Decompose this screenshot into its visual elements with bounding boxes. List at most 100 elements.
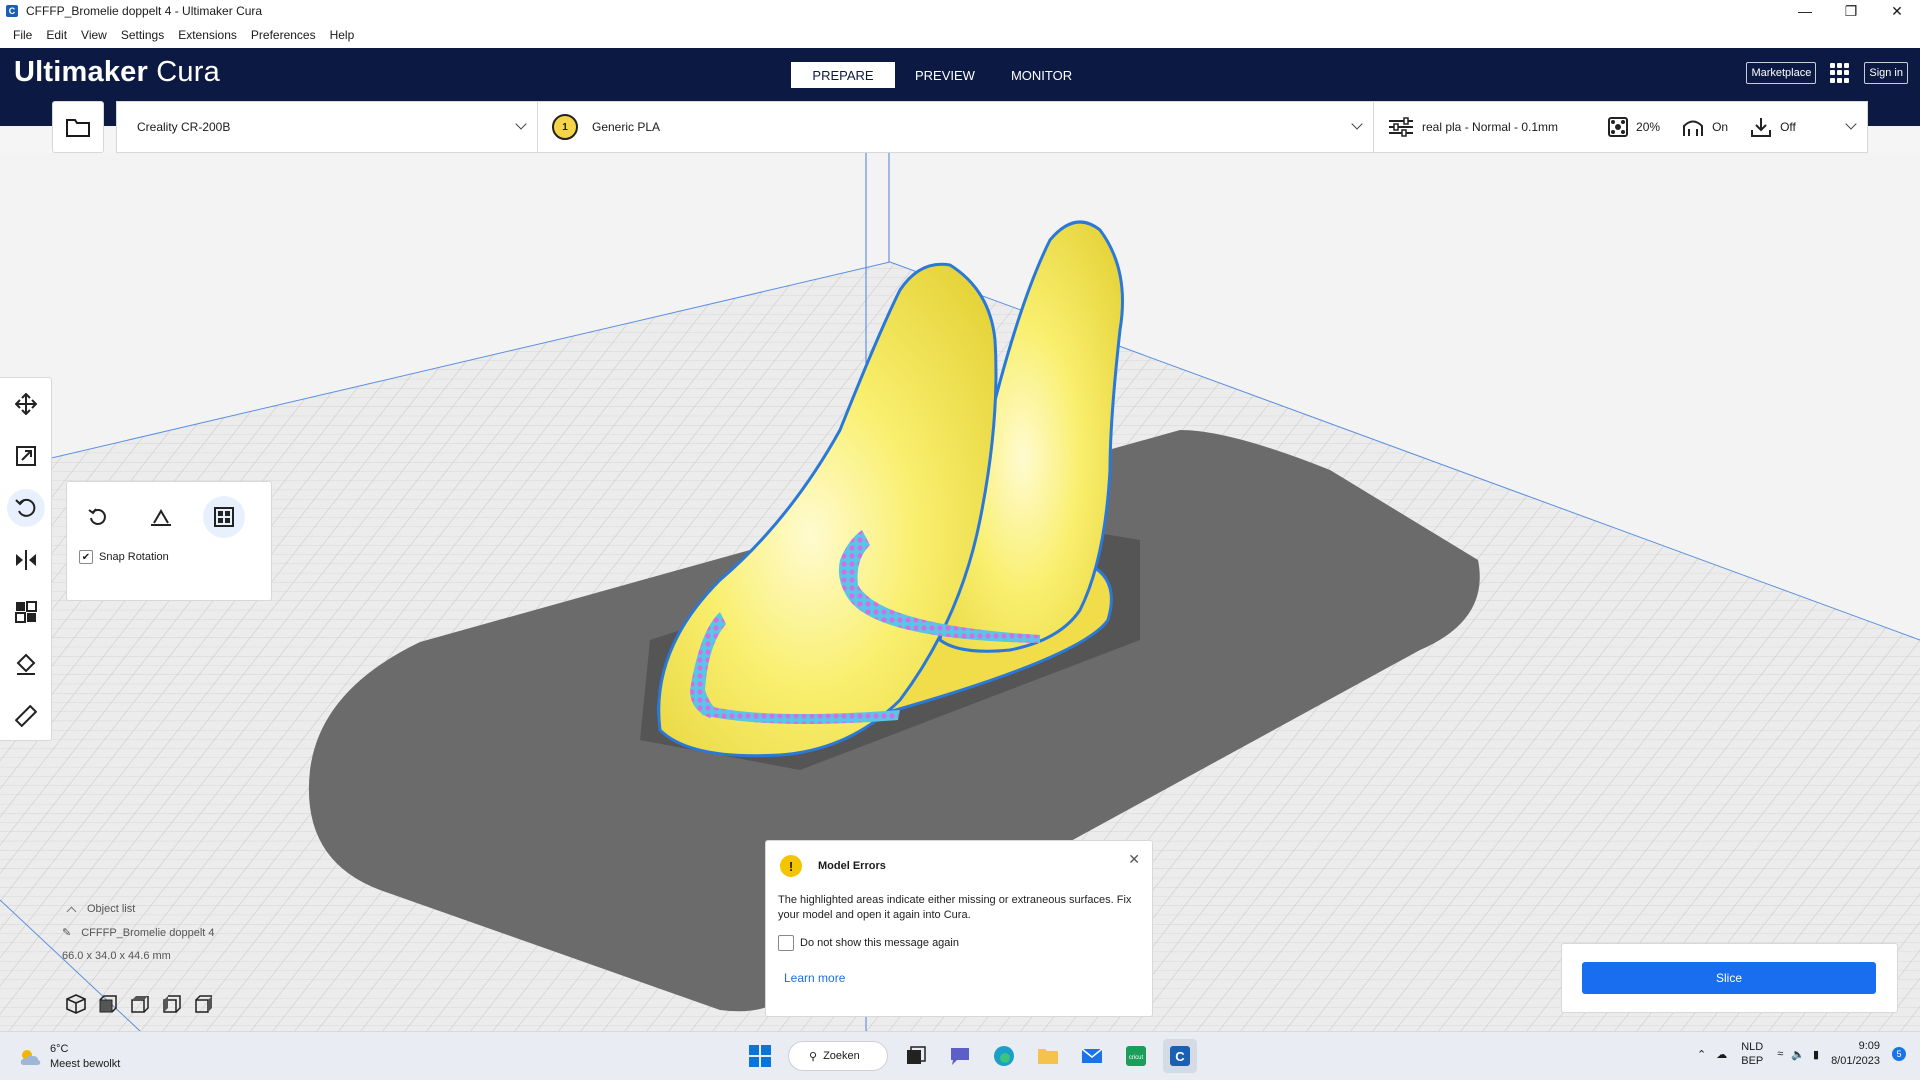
per-model-settings-tool[interactable] xyxy=(0,586,52,638)
battery-icon[interactable]: ▮ xyxy=(1813,1048,1819,1061)
system-tray: ⌃ ☁ NLD BEP ≈ 🔈 ▮ 9:09 8/01/2023 5 xyxy=(1697,1039,1906,1069)
profile-label: real pla - Normal - 0.1mm xyxy=(1422,120,1559,134)
tool-bar xyxy=(0,377,52,741)
snap-rotation-checkbox[interactable]: ✔ xyxy=(79,550,93,564)
tab-prepare[interactable]: PREPARE xyxy=(791,62,895,88)
open-file-button[interactable] xyxy=(52,101,104,153)
chevron-up-icon[interactable]: ⌃ xyxy=(1697,1048,1706,1061)
language-indicator[interactable]: NLD BEP xyxy=(1741,1040,1763,1068)
snap-rotation-label: Snap Rotation xyxy=(99,551,169,563)
view-top-icon[interactable] xyxy=(130,994,150,1014)
adhesion-setting: Off xyxy=(1750,117,1796,137)
ruler-icon xyxy=(15,705,37,727)
rotate-panel: ✔ Snap Rotation xyxy=(66,481,272,601)
menu-extensions[interactable]: Extensions xyxy=(178,28,237,42)
apps-grid-icon[interactable] xyxy=(1830,63,1850,83)
clock-date: 8/01/2023 xyxy=(1831,1055,1880,1067)
view-right-icon[interactable] xyxy=(194,994,214,1014)
object-list-title: Object list xyxy=(87,903,136,915)
mirror-tool[interactable] xyxy=(0,534,52,586)
svg-text:C: C xyxy=(1175,1049,1185,1064)
dont-show-again-checkbox[interactable] xyxy=(778,935,794,951)
object-list-header[interactable]: Object list xyxy=(62,903,215,916)
header-actions: Marketplace Sign in xyxy=(1746,62,1908,84)
window-controls: — ❐ ✕ xyxy=(1782,0,1920,22)
notification-badge[interactable]: 5 xyxy=(1892,1047,1906,1061)
view-left-icon[interactable] xyxy=(162,994,182,1014)
language-code: NLD xyxy=(1741,1041,1764,1053)
profile-setting: real pla - Normal - 0.1mm xyxy=(1388,117,1558,137)
view-front-icon[interactable] xyxy=(98,994,118,1014)
wifi-icon[interactable]: ≈ xyxy=(1777,1048,1783,1060)
cloud-sun-icon xyxy=(20,1050,41,1065)
tab-monitor[interactable]: MONITOR xyxy=(995,62,1088,88)
slice-button[interactable]: Slice xyxy=(1582,962,1876,994)
chat-icon[interactable] xyxy=(943,1039,977,1073)
close-icon[interactable]: ✕ xyxy=(1874,0,1920,22)
rotate-tool[interactable] xyxy=(0,482,52,534)
menu-settings[interactable]: Settings xyxy=(121,28,164,42)
dont-show-again-option[interactable]: Do not show this message again xyxy=(766,923,1152,951)
menu-file[interactable]: File xyxy=(13,28,32,42)
clock[interactable]: 9:09 8/01/2023 xyxy=(1831,1039,1880,1069)
minimize-icon[interactable]: — xyxy=(1782,0,1828,22)
cricut-icon[interactable]: cricut xyxy=(1119,1039,1153,1073)
measure-tool[interactable] xyxy=(0,690,52,742)
window-titlebar: C CFFFP_Bromelie doppelt 4 - Ultimaker C… xyxy=(0,0,1920,22)
close-icon[interactable]: ✕ xyxy=(1128,851,1140,868)
scale-tool[interactable] xyxy=(0,430,52,482)
onedrive-icon[interactable]: ☁ xyxy=(1716,1048,1727,1061)
menu-edit[interactable]: Edit xyxy=(46,28,67,42)
restore-icon[interactable]: ❐ xyxy=(1828,0,1874,22)
select-face-button[interactable] xyxy=(203,496,245,538)
object-list-item[interactable]: ✎ CFFFP_Bromelie doppelt 4 xyxy=(62,926,215,940)
windows-start-icon[interactable] xyxy=(743,1039,777,1073)
volume-icon[interactable]: 🔈 xyxy=(1791,1048,1805,1061)
mail-icon[interactable] xyxy=(1075,1039,1109,1073)
print-setup-selector[interactable]: real pla - Normal - 0.1mm 20% On Off xyxy=(1374,102,1867,152)
printer-selector[interactable]: Creality CR-200B xyxy=(117,102,538,152)
taskbar-search[interactable]: ⚲ Zoeken xyxy=(788,1041,888,1071)
taskbar-apps: ⚲ Zoeken cricut C xyxy=(738,1039,1202,1073)
object-list: Object list ✎ CFFFP_Bromelie doppelt 4 6… xyxy=(62,903,215,973)
reset-rotation-button[interactable] xyxy=(77,496,119,538)
lay-flat-icon xyxy=(151,509,171,526)
edge-browser-icon[interactable] xyxy=(987,1039,1021,1073)
adhesion-value: Off xyxy=(1780,120,1796,134)
infill-icon xyxy=(1608,117,1629,137)
slice-panel: Slice xyxy=(1561,943,1898,1013)
search-icon: ⚲ xyxy=(809,1050,818,1063)
rotate-icon xyxy=(15,498,36,517)
marketplace-button[interactable]: Marketplace xyxy=(1746,62,1817,84)
move-tool[interactable] xyxy=(0,378,52,430)
chevron-down-icon xyxy=(1845,118,1857,130)
menu-preferences[interactable]: Preferences xyxy=(251,28,316,42)
tab-preview[interactable]: PREVIEW xyxy=(899,62,991,88)
logo-light: Cura xyxy=(156,56,220,88)
chevron-up-icon xyxy=(66,906,77,916)
dialog-header: ! Model Errors xyxy=(766,841,1152,877)
task-view-icon[interactable] xyxy=(899,1039,933,1073)
object-dimensions: 66.0 x 34.0 x 44.6 mm xyxy=(62,950,215,962)
view-3d-icon[interactable] xyxy=(66,994,86,1014)
material-selector[interactable]: 1 Generic PLA xyxy=(538,102,1374,152)
clock-time: 9:09 xyxy=(1858,1040,1880,1052)
sign-in-button[interactable]: Sign in xyxy=(1864,62,1908,84)
snap-rotation-option[interactable]: ✔ Snap Rotation xyxy=(79,550,271,564)
lay-flat-button[interactable] xyxy=(140,496,182,538)
infill-setting: 20% xyxy=(1608,117,1660,137)
keyboard-layout: BEP xyxy=(1741,1055,1764,1067)
menu-view[interactable]: View xyxy=(81,28,107,42)
support-blocker-tool[interactable] xyxy=(0,638,52,690)
weather-widget[interactable]: 6°C Meest bewolkt xyxy=(18,1042,120,1072)
support-setting: On xyxy=(1682,117,1728,137)
learn-more-link[interactable]: Learn more xyxy=(766,951,1152,985)
extruder-badge-icon: 1 xyxy=(552,114,578,140)
warning-icon: ! xyxy=(780,855,802,877)
menu-help[interactable]: Help xyxy=(330,28,355,42)
reset-icon xyxy=(88,508,106,525)
cura-taskbar-icon[interactable]: C xyxy=(1163,1039,1197,1073)
file-explorer-icon[interactable] xyxy=(1031,1039,1065,1073)
dialog-title: Model Errors xyxy=(818,860,886,872)
windows-taskbar: 6°C Meest bewolkt ⚲ Zoeken cricut C ⌃ ☁ … xyxy=(0,1031,1920,1080)
